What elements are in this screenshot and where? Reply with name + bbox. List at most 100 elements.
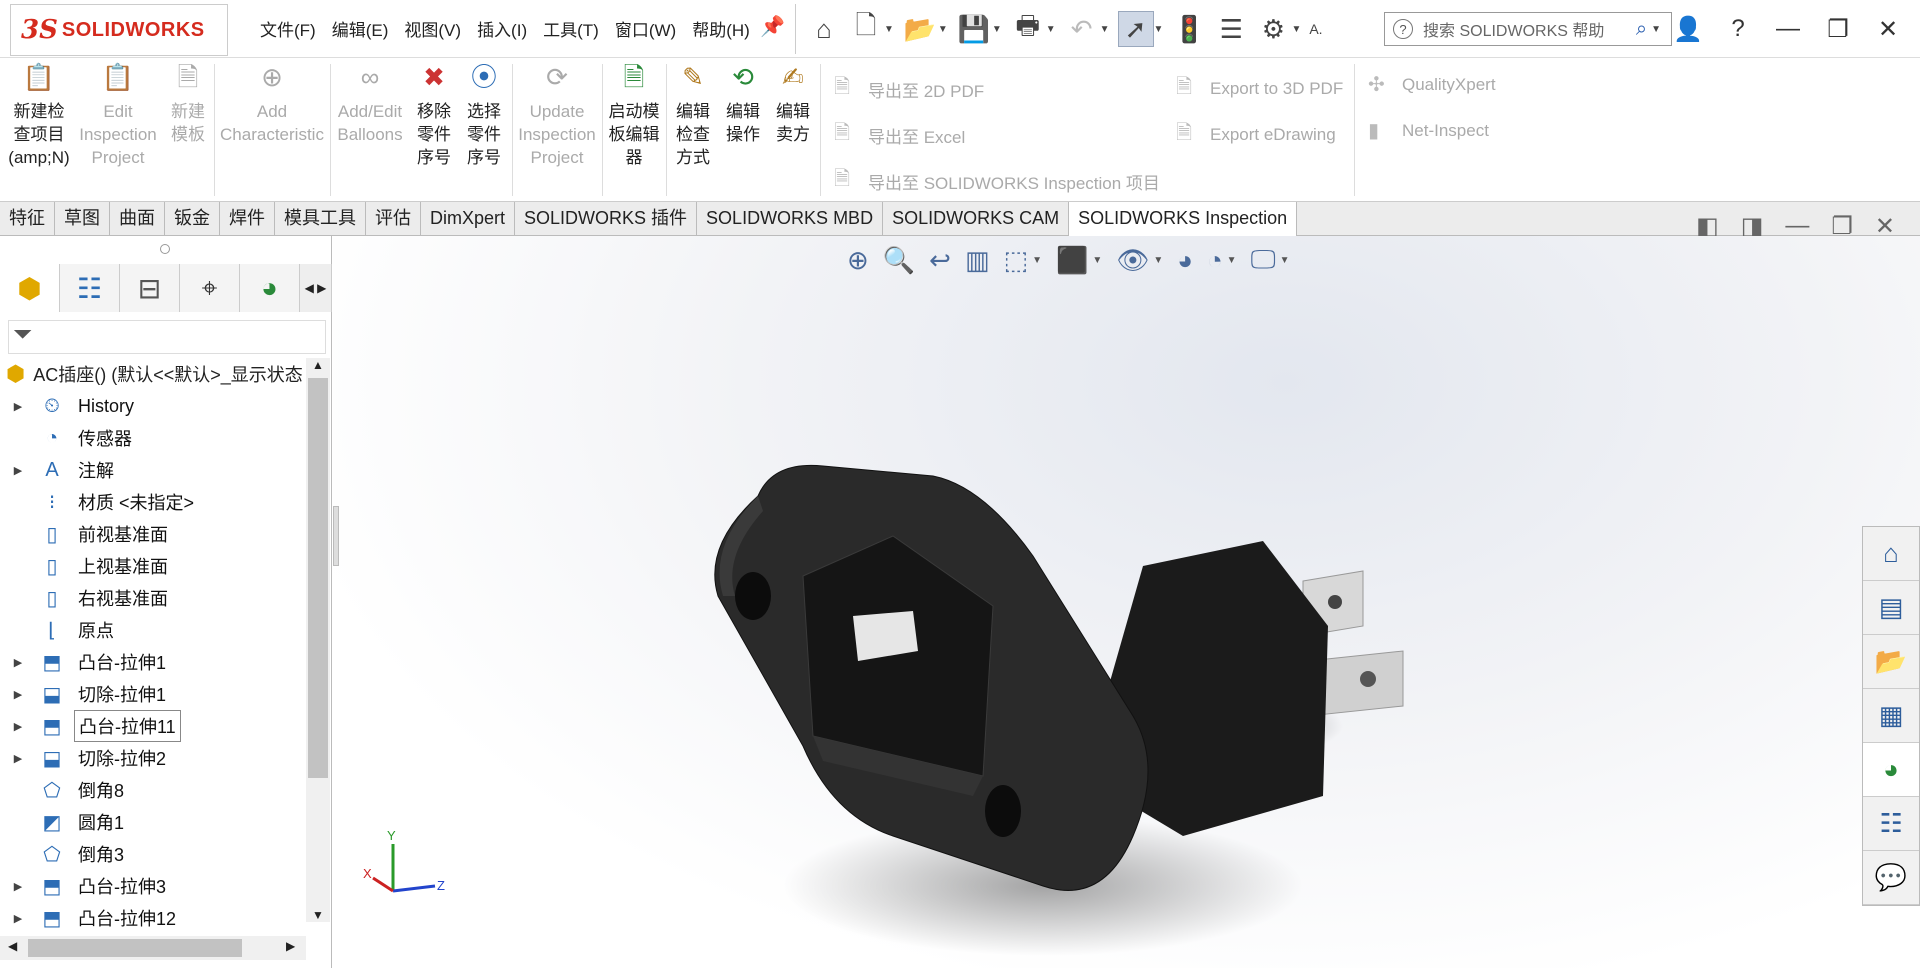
add-edit-balloons-button[interactable]: ∞ Add/Edit Balloons [334,64,406,146]
qualityxpert-button[interactable]: ✣ QualityXpert [1368,72,1496,97]
close-icon[interactable]: ✕ [1872,15,1904,44]
tree-item[interactable]: ⬠ 倒角3 [0,838,306,870]
scroll-left-icon[interactable]: ◀ [8,939,17,953]
section-view-icon[interactable]: ▥ [965,245,990,276]
custom-properties-icon[interactable]: ☷ [1863,797,1919,851]
expand-arrow-icon[interactable]: ▶ [0,912,36,925]
scroll-down-icon[interactable]: ▼ [312,908,324,922]
scroll-right-icon[interactable]: ▶ [286,939,295,953]
file-explorer-icon[interactable]: 📂 [1863,635,1919,689]
tab-surfaces[interactable]: 曲面 [110,202,165,235]
tree-item[interactable]: ▶ ⏲ History [0,390,306,422]
tree-item[interactable]: ▶ ⬒ 凸台-拉伸3 [0,870,306,902]
open-dropdown-icon[interactable]: ▼ [938,24,948,35]
feature-manager-tab-icon[interactable]: ⬢ [0,264,60,312]
search-dropdown-icon[interactable]: ▼ [1651,24,1661,35]
select-pointer-icon[interactable]: ➚ [1117,11,1154,47]
tree-item[interactable]: ◔ 传感器 [0,422,306,454]
tab-solidworks-cam[interactable]: SOLIDWORKS CAM [883,202,1070,235]
print-dropdown-icon[interactable]: ▼ [1046,24,1056,35]
menu-file[interactable]: 文件(F) [252,16,324,41]
view-orientation-dropdown-icon[interactable]: ▼ [1032,255,1042,266]
tab-mold-tools[interactable]: 模具工具 [275,202,366,235]
edit-inspection-method-button[interactable]: ✎ 编辑 检查 方式 [670,64,716,169]
help-search-box[interactable]: ? 搜索 SOLIDWORKS 帮助 ⌕ ▼ [1384,12,1672,46]
expand-arrow-icon[interactable]: ▶ [0,656,36,669]
configuration-manager-tab-icon[interactable]: ⊟ [120,264,180,312]
add-characteristic-button[interactable]: ⊕ Add Characteristic [218,64,326,146]
dimxpert-manager-tab-icon[interactable]: ⌖ [180,264,240,312]
previous-view-icon[interactable]: ↩ [929,245,951,276]
edit-appearance-icon[interactable]: ◕ [1177,245,1193,276]
tree-horizontal-scrollbar[interactable]: ◀ ▶ [0,936,306,960]
tree-root-part[interactable]: ⬢ AC插座() (默认<<默认>_显示状态 [0,358,306,390]
print-icon[interactable]: 🖶 [1010,10,1046,47]
tree-hscroll-thumb[interactable] [28,939,242,957]
tab-weldments[interactable]: 焊件 [220,202,275,235]
tree-item[interactable]: ▯ 上视基准面 [0,550,306,582]
tree-item[interactable]: ▶ ⬓ 切除-拉伸1 [0,678,306,710]
tree-item[interactable]: ▶ ⬓ 切除-拉伸2 [0,742,306,774]
menu-insert[interactable]: 插入(I) [469,16,535,41]
export-excel-button[interactable]: 🗎 导出至 Excel [834,118,965,152]
tab-dimxpert[interactable]: DimXpert [421,202,516,235]
help-icon[interactable]: ? [1722,15,1754,43]
panel-collapse-handle[interactable] [333,506,339,566]
scene-dropdown-icon[interactable]: ▼ [1227,255,1237,266]
tabs-scroll-arrows-icon[interactable]: ◀ ▶ [300,264,332,312]
new-dropdown-icon[interactable]: ▼ [884,24,894,35]
view-orientation-icon[interactable]: ⬚ [1004,245,1029,276]
save-icon[interactable]: 💾 [956,11,992,47]
tab-evaluate[interactable]: 评估 [366,202,421,235]
scroll-up-icon[interactable]: ▲ [312,358,324,372]
tree-item[interactable]: ▶ ⬒ 凸台-拉伸12 [0,902,306,934]
zoom-to-fit-icon[interactable]: ⊕ [847,245,869,276]
tree-item[interactable]: ▶ ⬒ 凸台-拉伸11 [0,710,306,742]
tab-solidworks-addins[interactable]: SOLIDWORKS 插件 [515,202,698,235]
tab-solidworks-inspection[interactable]: SOLIDWORKS Inspection [1069,202,1298,237]
update-inspection-project-button[interactable]: ⟳ Update Inspection Project [516,64,598,169]
select-part-number-button[interactable]: ⦿ 选择 零件 序号 [460,64,508,169]
expand-arrow-icon[interactable]: ▶ [0,464,36,477]
tree-item[interactable]: ▯ 前视基准面 [0,518,306,550]
new-document-icon[interactable]: 🗋 [848,10,884,47]
edit-vendor-button[interactable]: ✍ 编辑 卖方 [770,64,816,146]
menu-help[interactable]: 帮助(H) [684,16,758,41]
graphics-viewport[interactable]: ⊕ 🔍 ↩ ▥ ⬚ ▼ ⬛ ▼ 👁 ▼ ◕ ◔ ▼ 🖵 ▼ Y Z X ⌂ ▤ … [333,236,1920,968]
apply-scene-icon[interactable]: ◔ [1207,245,1223,276]
file-properties-icon[interactable]: ☰ [1213,11,1249,47]
display-style-dropdown-icon[interactable]: ▼ [1092,255,1102,266]
appearances-scenes-icon[interactable]: ◕ [1863,743,1919,797]
expand-arrow-icon[interactable]: ▶ [0,880,36,893]
search-icon[interactable]: ⌕ [1636,18,1647,41]
open-icon[interactable]: 📂 [902,11,938,47]
tree-item[interactable]: ⌊ 原点 [0,614,306,646]
view-settings-dropdown-icon[interactable]: ▼ [1280,255,1290,266]
tree-item[interactable]: ▶ A 注解 [0,454,306,486]
tree-scroll-thumb[interactable] [308,378,328,778]
remove-part-number-button[interactable]: ✖ 移除 零件 序号 [410,64,458,169]
solidworks-logo[interactable]: 3S SOLIDWORKS [10,4,228,56]
menu-edit[interactable]: 编辑(E) [324,16,397,41]
tab-solidworks-mbd[interactable]: SOLIDWORKS MBD [697,202,884,235]
forum-icon[interactable]: 💬 [1863,851,1919,905]
expand-arrow-icon[interactable]: ▶ [0,752,36,765]
tree-item[interactable]: ⁝ 材质 <未指定> [0,486,306,518]
export-3d-pdf-button[interactable]: 🗎 Export to 3D PDF [1176,72,1343,106]
tree-item[interactable]: ▯ 右视基准面 [0,582,306,614]
tree-vertical-scrollbar[interactable]: ▲ ▼ [306,358,330,922]
save-dropdown-icon[interactable]: ▼ [992,24,1002,35]
zoom-to-area-icon[interactable]: 🔍 [883,245,915,276]
undo-dropdown-icon[interactable]: ▼ [1100,24,1110,35]
export-edrawing-button[interactable]: 🗎 Export eDrawing [1176,118,1336,152]
view-settings-icon[interactable]: 🖵 [1251,244,1276,276]
property-manager-tab-icon[interactable]: ☷ [60,264,120,312]
restore-icon[interactable]: ❐ [1822,15,1854,44]
design-library-icon[interactable]: ▤ [1863,581,1919,635]
pin-menu-icon[interactable]: 📌 [760,14,785,39]
edit-inspection-project-button[interactable]: 📋 Edit Inspection Project [76,64,160,169]
tree-item[interactable]: ⬠ 倒角8 [0,774,306,806]
menu-tools[interactable]: 工具(T) [535,16,607,41]
expand-arrow-icon[interactable]: ▶ [0,720,36,733]
options-dropdown-icon[interactable]: ▼ [1291,24,1301,35]
